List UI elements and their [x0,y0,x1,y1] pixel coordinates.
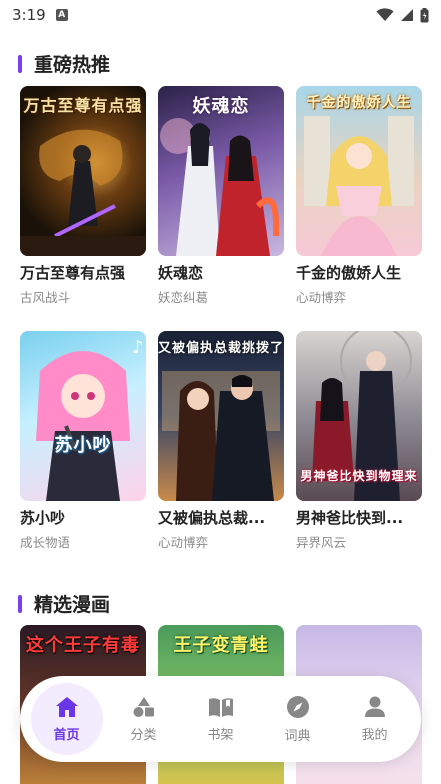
book-genre: 心动博弈 [158,535,209,550]
nav-bookshelf[interactable]: 书架 [185,683,257,755]
nav-label: 我的 [361,727,388,743]
book-title[interactable]: 苏小吵 [20,507,146,528]
book-card[interactable]: 万古至尊有点强 万古至尊有点强 古风战斗 [20,86,146,306]
book-card[interactable]: 男神爸比快到物理来 男神爸比快到... 异界风云 [296,331,422,551]
section-title: 精选漫画 [34,594,111,616]
signal-icon [401,9,413,21]
home-icon [55,696,78,717]
book-genre: 古风战斗 [20,290,71,305]
bookshelf-icon [208,697,233,717]
status-bar: 3:19 A [0,0,441,30]
section-accent-bar [18,594,22,613]
notification-app-icon: A [55,9,68,21]
cover-title: 千金的傲娇人生 [306,95,412,111]
book-cover[interactable]: ♪ 苏小吵 [20,331,146,501]
book-title[interactable]: 妖魂恋 [158,262,284,283]
nav-dictionary[interactable]: 词典 [262,683,334,755]
nav-category[interactable]: 分类 [108,683,180,755]
cover-art [162,371,280,501]
nav-label: 词典 [284,728,311,744]
book-genre: 妖恋纠葛 [158,290,209,305]
nav-label: 书架 [207,727,234,743]
nav-home[interactable]: 首页 [30,683,103,755]
book-cover[interactable]: 千金的傲娇人生 [296,86,422,256]
wifi-icon [376,8,394,21]
book-genre: 心动博弈 [296,290,347,305]
cover-title: 苏小吵 [54,435,112,456]
status-icons [376,7,429,23]
book-cover[interactable]: 万古至尊有点强 [20,86,146,256]
section-title: 重磅热推 [34,54,111,76]
book-card[interactable]: ♪ 苏小吵 苏小吵 成长物语 [20,331,146,551]
compass-icon [286,695,309,718]
book-title[interactable]: 男神爸比快到... [296,507,422,528]
section-header-comics: 精选漫画 [18,590,110,617]
cover-art: ♪ [36,337,144,501]
book-card[interactable]: 千金的傲娇人生 千金的傲娇人生 心动博弈 [296,86,422,306]
cover-title: 这个王子有毒 [26,635,140,656]
book-card[interactable]: 又被偏执总裁挑拨了 又被偏执总裁... 心动博弈 [158,331,284,551]
book-genre: 异界风云 [296,535,347,550]
cover-title: 万古至尊有点强 [23,96,143,115]
status-time: 3:19 [12,6,46,24]
cover-title: 又被偏执总裁挑拨了 [158,341,284,356]
book-title[interactable]: 千金的傲娇人生 [296,262,422,283]
book-title[interactable]: 又被偏执总裁... [158,507,284,528]
nav-profile[interactable]: 我的 [339,683,411,755]
section-header-hot: 重磅热推 [18,50,110,77]
nav-label: 首页 [53,727,80,743]
book-cover[interactable]: 妖魂恋 [158,86,284,256]
svg-text:♪: ♪ [132,337,144,358]
nav-label: 分类 [130,727,157,743]
book-genre: 成长物语 [20,535,71,550]
category-icon [133,696,154,717]
cover-title: 男神爸比快到物理来 [300,469,418,483]
book-card[interactable]: 妖魂恋 妖魂恋 妖恋纠葛 [158,86,284,306]
bottom-nav: 首页 分类 书架 词典 我的 [20,676,421,762]
cover-title: 妖魂恋 [192,96,250,117]
section-accent-bar [18,54,22,73]
profile-icon [364,696,385,717]
book-cover[interactable]: 男神爸比快到物理来 [296,331,422,501]
book-cover[interactable]: 又被偏执总裁挑拨了 [158,331,284,501]
cover-title: 王子变青蛙 [173,635,269,656]
book-title[interactable]: 万古至尊有点强 [20,262,146,283]
battery-icon [420,7,429,22]
